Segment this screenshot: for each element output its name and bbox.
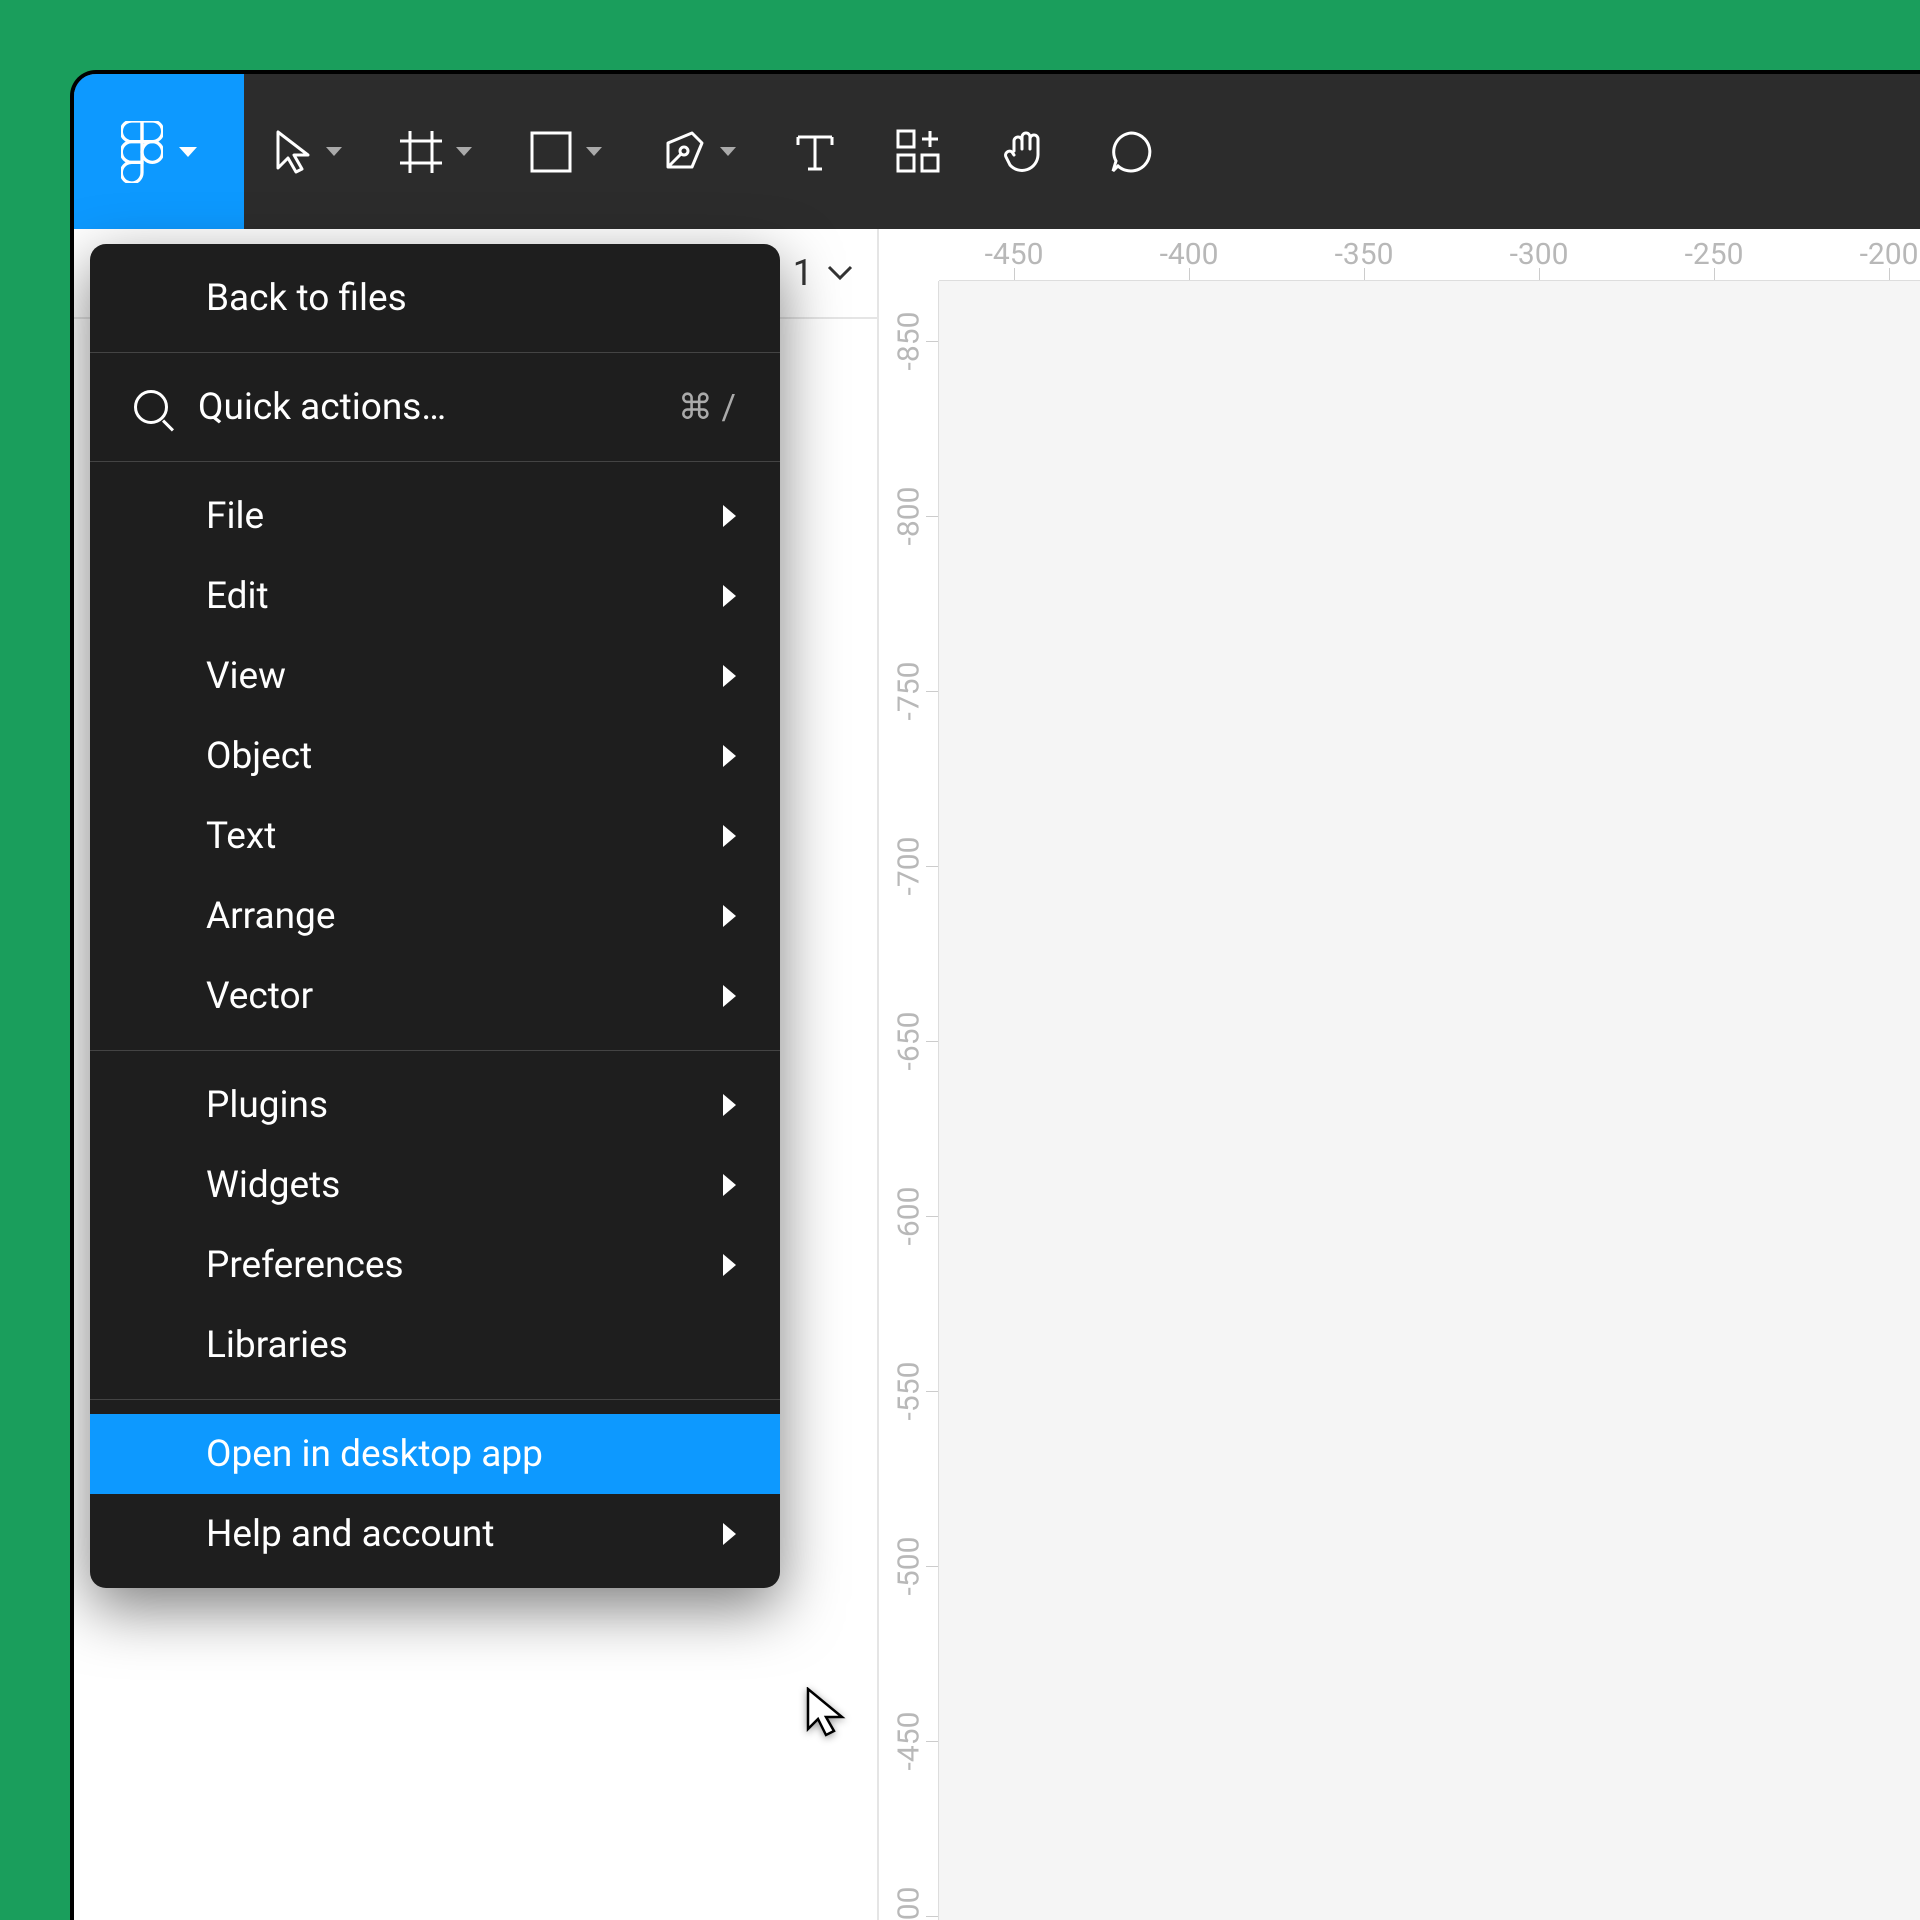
ruler-tick: -200 (1860, 237, 1919, 272)
chevron-down-icon (326, 147, 342, 156)
menu-libraries[interactable]: Libraries (90, 1305, 780, 1385)
chevron-down-icon (586, 147, 602, 156)
main-menu-dropdown: Back to files Quick actions… ⌘ / File Ed… (90, 244, 780, 1588)
submenu-arrow-icon (723, 1174, 736, 1196)
ruler-tick: -450 (985, 237, 1044, 272)
ruler-tick: -250 (1685, 237, 1744, 272)
menu-widgets[interactable]: Widgets (90, 1145, 780, 1225)
ruler-tick: -600 (891, 1187, 926, 1246)
resources-tool[interactable] (866, 74, 972, 229)
menu-divider (90, 1399, 780, 1400)
menu-help[interactable]: Help and account (90, 1494, 780, 1574)
shortcut-label: ⌘ / (678, 387, 736, 428)
menu-view[interactable]: View (90, 636, 780, 716)
comment-icon (1106, 127, 1156, 177)
cursor-icon (272, 128, 314, 176)
hand-tool[interactable] (972, 74, 1078, 229)
menu-arrange[interactable]: Arrange (90, 876, 780, 956)
canvas[interactable] (939, 281, 1920, 1920)
submenu-arrow-icon (723, 745, 736, 767)
menu-file[interactable]: File (90, 476, 780, 556)
ruler-tick: -350 (1335, 237, 1394, 272)
chevron-down-icon (720, 147, 736, 156)
figma-logo-icon (121, 121, 163, 183)
menu-divider (90, 352, 780, 353)
menu-open-desktop[interactable]: Open in desktop app (90, 1414, 780, 1494)
submenu-arrow-icon (723, 1254, 736, 1276)
toolbar (74, 74, 1920, 229)
menu-quick-actions[interactable]: Quick actions… ⌘ / (90, 367, 780, 447)
submenu-arrow-icon (723, 585, 736, 607)
menu-preferences[interactable]: Preferences (90, 1225, 780, 1305)
pen-icon (658, 127, 708, 177)
menu-object[interactable]: Object (90, 716, 780, 796)
page-label: 1 (793, 252, 813, 294)
menu-divider (90, 1050, 780, 1051)
chevron-down-icon (827, 265, 853, 281)
menu-text[interactable]: Text (90, 796, 780, 876)
ruler-tick: -300 (1510, 237, 1569, 272)
submenu-arrow-icon (723, 825, 736, 847)
text-tool[interactable] (764, 74, 866, 229)
chevron-down-icon (179, 147, 197, 157)
submenu-arrow-icon (723, 985, 736, 1007)
ruler-tick: -400 (891, 1887, 926, 1920)
submenu-arrow-icon (723, 905, 736, 927)
menu-edit[interactable]: Edit (90, 556, 780, 636)
ruler-tick: -850 (891, 312, 926, 371)
rectangle-icon (528, 129, 574, 175)
text-icon (792, 129, 838, 175)
menu-divider (90, 461, 780, 462)
menu-back-to-files[interactable]: Back to files (90, 258, 780, 338)
shape-tool[interactable] (500, 74, 630, 229)
mouse-cursor (804, 1687, 848, 1741)
menu-vector[interactable]: Vector (90, 956, 780, 1036)
ruler-vertical: -850 -800 -750 -700 -650 -600 -550 -500 -450 -400 (879, 281, 939, 1920)
frame-tool[interactable] (370, 74, 500, 229)
ruler-tick: -400 (1160, 237, 1219, 272)
main-menu-button[interactable] (74, 74, 244, 229)
ruler-horizontal: -450 -400 -350 -300 -250 -200 (939, 229, 1920, 281)
hand-icon (1000, 127, 1050, 177)
ruler-tick: -550 (891, 1362, 926, 1421)
ruler-tick: -800 (891, 487, 926, 546)
chevron-down-icon (456, 147, 472, 156)
menu-plugins[interactable]: Plugins (90, 1065, 780, 1145)
ruler-tick: -450 (891, 1712, 926, 1771)
submenu-arrow-icon (723, 1094, 736, 1116)
submenu-arrow-icon (723, 1523, 736, 1545)
comment-tool[interactable] (1078, 74, 1184, 229)
app-window: 1 -450-400-350-300-250-200 -850-800-750-… (70, 70, 1920, 1920)
components-icon (894, 127, 944, 177)
submenu-arrow-icon (723, 665, 736, 687)
pen-tool[interactable] (630, 74, 764, 229)
search-icon (134, 390, 168, 424)
frame-icon (398, 129, 444, 175)
ruler-tick: -500 (891, 1537, 926, 1596)
ruler-tick: -750 (891, 662, 926, 721)
ruler-tick: -700 (891, 837, 926, 896)
move-tool[interactable] (244, 74, 370, 229)
submenu-arrow-icon (723, 505, 736, 527)
canvas-area: -450 -400 -350 -300 -250 -200 -850 -800 -750 -70… (879, 229, 1920, 1920)
ruler-tick: -650 (891, 1012, 926, 1071)
